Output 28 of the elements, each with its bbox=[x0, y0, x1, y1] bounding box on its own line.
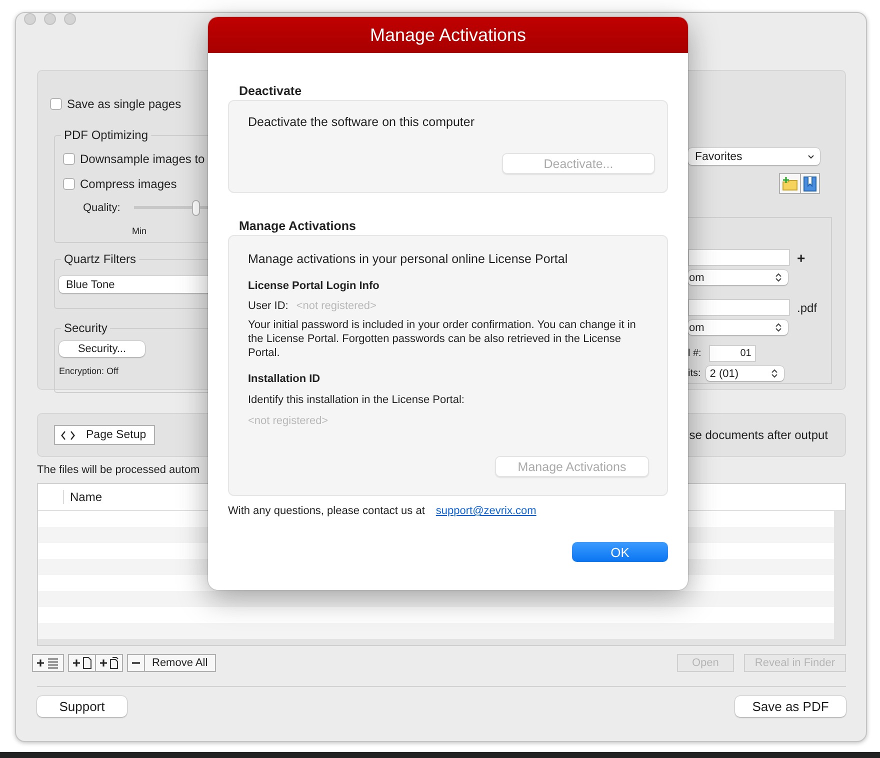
box-text: Manage activations in your personal online License Portal bbox=[248, 252, 569, 266]
slider-min-label: Min bbox=[132, 226, 147, 236]
dialog-title: Manage Activations bbox=[370, 24, 526, 46]
checkbox-label: Downsample images to bbox=[80, 152, 205, 166]
field-suffix: .pdf bbox=[797, 300, 818, 314]
user-id-value: <not registered> bbox=[296, 300, 376, 312]
checkbox-label: Save as single pages bbox=[67, 97, 182, 111]
contact-text: With any questions, please contact us at bbox=[228, 505, 425, 517]
close-documents-label: se documents after output bbox=[689, 428, 828, 442]
quality-label: Quality: bbox=[83, 202, 120, 214]
user-id-label: User ID: bbox=[248, 300, 288, 312]
subsection-heading: License Portal Login Info bbox=[248, 280, 380, 292]
installation-id-value: <not registered> bbox=[248, 415, 330, 427]
subsection-heading: Installation ID bbox=[248, 373, 322, 385]
encryption-status: Encryption: Off bbox=[59, 366, 118, 376]
checkbox-label: Compress images bbox=[80, 177, 177, 191]
group-title: Security bbox=[61, 321, 110, 335]
section-heading: Deactivate bbox=[239, 84, 303, 98]
password-note: Your initial password is included in your order confirmation. You can change it in the License Portal. Forgotten passwords can be also retrieved in the License Portal. bbox=[248, 318, 637, 360]
group-title: Quartz Filters bbox=[61, 252, 140, 266]
info-text: The files will be processed autom bbox=[37, 464, 200, 476]
group-title: PDF Optimizing bbox=[61, 128, 152, 142]
field-label: l #: bbox=[688, 348, 702, 359]
field-suffix: + bbox=[797, 250, 806, 266]
section-heading: Manage Activations bbox=[239, 219, 357, 233]
field-label: its: bbox=[688, 368, 701, 379]
installation-text: Identify this installation in the License Portal: bbox=[248, 394, 466, 406]
box-text: Deactivate the software on this computer bbox=[248, 115, 476, 129]
